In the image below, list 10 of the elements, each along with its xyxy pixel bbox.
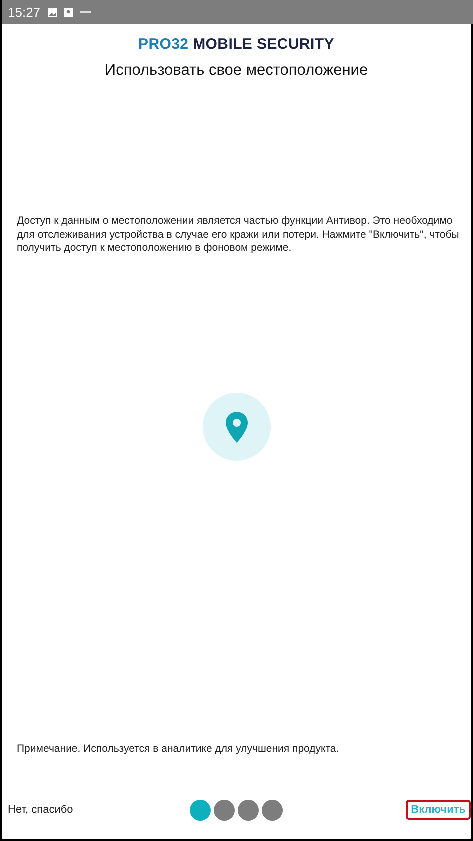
logo-text: PRO32 MOBILE SECURITY (138, 36, 334, 53)
note-text: Примечание. Используется в аналитике для улучшения продукта. (16, 743, 340, 755)
description-text: Доступ к данным о местоположении является частью функции Антивор. Это необходимо для отслеживания устройства в случае его кражи или потери. Нажмите "Включить", чтобы получить доступ к местоположению в фоновом режиме. (16, 215, 460, 256)
image-icon (48, 8, 57, 16)
location-pin-icon (202, 392, 270, 460)
status-time: 15:27 (8, 4, 41, 20)
contact-icon (64, 8, 73, 16)
screen-title: Использовать свое местоположение (104, 62, 368, 80)
decline-button[interactable]: Нет, спасибо (2, 804, 74, 816)
notification-icon (80, 10, 91, 14)
